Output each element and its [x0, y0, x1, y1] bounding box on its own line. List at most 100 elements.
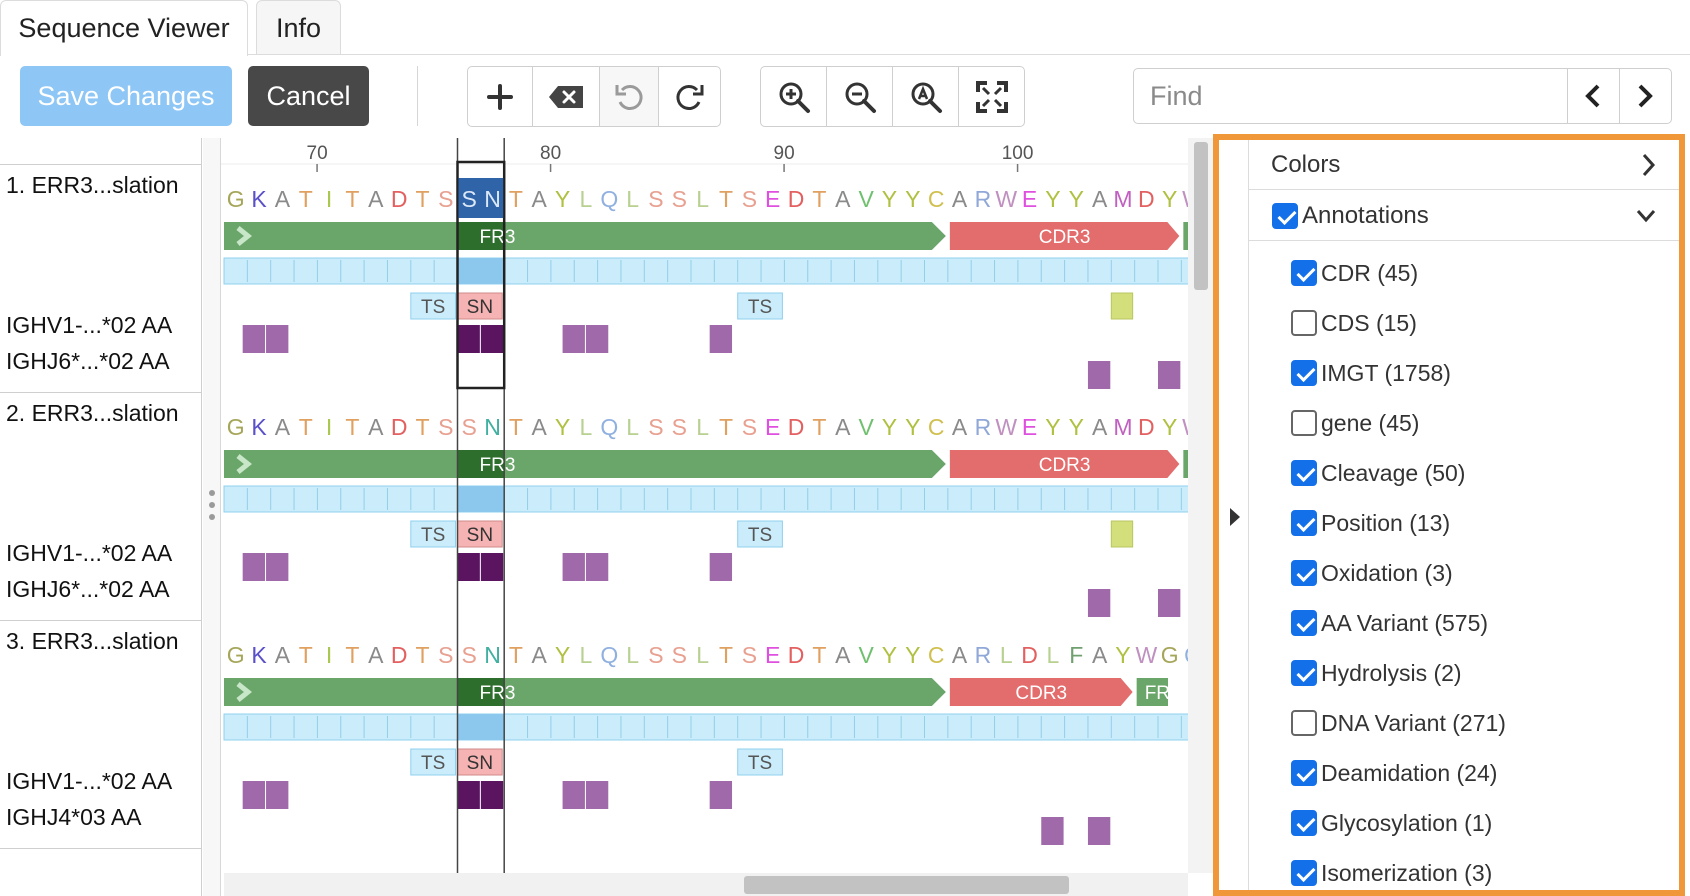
variant-block[interactable] [562, 553, 585, 581]
annotation-item[interactable]: AA Variant (575) [1291, 603, 1488, 643]
variant-block[interactable] [1087, 361, 1111, 389]
variant-block[interactable] [1041, 817, 1064, 845]
residue: D [1021, 642, 1038, 668]
tab-info[interactable]: Info [256, 0, 341, 54]
variant-block-selected[interactable] [457, 325, 480, 353]
residue: A [835, 414, 851, 440]
annotation-checkbox[interactable] [1291, 710, 1317, 736]
annotation-checkbox[interactable] [1291, 760, 1317, 786]
tab-sequence-viewer[interactable]: Sequence Viewer [0, 0, 248, 56]
annotation-checkbox[interactable] [1291, 310, 1317, 336]
variant-block-selected[interactable] [457, 553, 480, 581]
variant-block[interactable] [709, 781, 733, 809]
variant-block[interactable] [585, 553, 609, 581]
annotation-item[interactable]: Cleavage (50) [1291, 453, 1465, 493]
annotation-checkbox[interactable] [1291, 260, 1317, 286]
annotations-section-header[interactable]: Annotations [1249, 191, 1679, 241]
residue: A [952, 186, 968, 212]
colors-section-header[interactable]: Colors [1249, 140, 1679, 190]
imgt-track[interactable] [223, 257, 1188, 285]
sequence-name[interactable]: 3. ERR3...slation [6, 628, 179, 655]
find-input[interactable] [1134, 69, 1567, 123]
variant-block[interactable] [242, 781, 266, 809]
vertical-scrollbar[interactable] [1188, 138, 1213, 873]
variant-block[interactable] [1087, 589, 1111, 617]
cancel-button[interactable]: Cancel [248, 66, 369, 126]
variant-block[interactable] [242, 325, 266, 353]
redo-button[interactable] [659, 67, 720, 126]
horizontal-scrollbar-thumb[interactable] [744, 876, 1069, 894]
imgt-track[interactable] [223, 485, 1188, 513]
imgt-track[interactable] [223, 713, 1188, 741]
annotation-item[interactable]: gene (45) [1291, 403, 1419, 443]
annotation-item[interactable]: Oxidation (3) [1291, 553, 1453, 593]
residue: G [227, 642, 245, 668]
annotation-checkbox[interactable] [1291, 660, 1317, 686]
vertical-scrollbar-thumb[interactable] [1194, 142, 1208, 290]
track-label: IGHJ6*...*02 AA [6, 576, 170, 602]
insert-button[interactable] [468, 67, 534, 126]
sequence-canvas[interactable]: 708090100GKATITADTSSNTAYLQLSSLTSEDTAVYYC… [221, 138, 1188, 873]
annotations-checkbox[interactable] [1272, 202, 1298, 229]
annotation-checkbox[interactable] [1291, 810, 1317, 836]
annotation-item[interactable]: Hydrolysis (2) [1291, 653, 1462, 693]
annotation-item[interactable]: DNA Variant (271) [1291, 703, 1506, 743]
zoom-auto-button[interactable] [893, 67, 959, 126]
annotation-checkbox[interactable] [1291, 410, 1317, 436]
residue: F [1069, 642, 1083, 668]
sequence-label-column: 1. ERR3...slation IGHV1-...*02 AA IGHJ6*..… [0, 138, 202, 896]
annotation-checkbox[interactable] [1291, 560, 1317, 586]
annotation-item[interactable]: Isomerization (3) [1291, 853, 1492, 893]
variant-block-selected[interactable] [480, 553, 504, 581]
variant-block-selected[interactable] [480, 325, 504, 353]
variant-block[interactable] [1158, 361, 1181, 389]
find-previous-button[interactable] [1568, 69, 1620, 123]
variant-block[interactable] [709, 325, 733, 353]
variant-block[interactable] [1158, 589, 1181, 617]
glycosylation-mark[interactable] [1110, 520, 1134, 548]
annotation-label: CDR (45) [1321, 259, 1419, 286]
variant-block[interactable] [585, 781, 609, 809]
variant-block[interactable] [1087, 817, 1111, 845]
variant-block[interactable] [242, 553, 266, 581]
glycosylation-mark[interactable] [1110, 292, 1134, 320]
annotations-label: Annotations [1302, 201, 1429, 229]
column-resize-handle[interactable] [203, 138, 221, 896]
fit-screen-button[interactable] [959, 67, 1024, 126]
fr3-label: FR3 [480, 683, 516, 704]
annotation-checkbox[interactable] [1291, 610, 1317, 636]
fr3-feature[interactable] [224, 450, 946, 478]
variant-block[interactable] [266, 553, 289, 581]
horizontal-scrollbar[interactable] [224, 873, 1188, 896]
variant-block[interactable] [709, 553, 733, 581]
panel-collapse-toggle[interactable] [1213, 138, 1248, 896]
annotation-checkbox[interactable] [1291, 460, 1317, 486]
variant-block-selected[interactable] [480, 781, 504, 809]
annotation-item[interactable]: Deamidation (24) [1291, 753, 1497, 793]
residue: W [1135, 642, 1157, 668]
sequence-name[interactable]: 2. ERR3...slation [6, 400, 179, 427]
undo-button[interactable] [599, 67, 660, 126]
sequence-name[interactable]: 1. ERR3...slation [6, 172, 179, 199]
annotation-item[interactable]: Glycosylation (1) [1291, 803, 1492, 843]
variant-block[interactable] [562, 325, 585, 353]
annotation-item[interactable]: IMGT (1758) [1291, 353, 1451, 393]
zoom-out-button[interactable] [827, 67, 893, 126]
variant-block-selected[interactable] [457, 781, 480, 809]
annotation-checkbox[interactable] [1291, 860, 1317, 886]
zoom-in-button[interactable] [761, 67, 827, 126]
annotation-item[interactable]: Position (13) [1291, 503, 1450, 543]
fr3-feature[interactable] [224, 222, 946, 250]
find-next-button[interactable] [1620, 69, 1672, 123]
annotation-checkbox[interactable] [1291, 360, 1317, 386]
variant-block[interactable] [585, 325, 609, 353]
annotation-checkbox[interactable] [1291, 510, 1317, 536]
annotation-item[interactable]: CDS (15) [1291, 303, 1417, 343]
variant-block[interactable] [266, 781, 289, 809]
save-changes-button[interactable]: Save Changes [20, 66, 232, 126]
fr3-feature[interactable] [224, 678, 946, 706]
annotation-item[interactable]: CDR (45) [1291, 253, 1418, 293]
delete-button[interactable] [533, 67, 600, 126]
variant-block[interactable] [562, 781, 585, 809]
variant-block[interactable] [266, 325, 289, 353]
